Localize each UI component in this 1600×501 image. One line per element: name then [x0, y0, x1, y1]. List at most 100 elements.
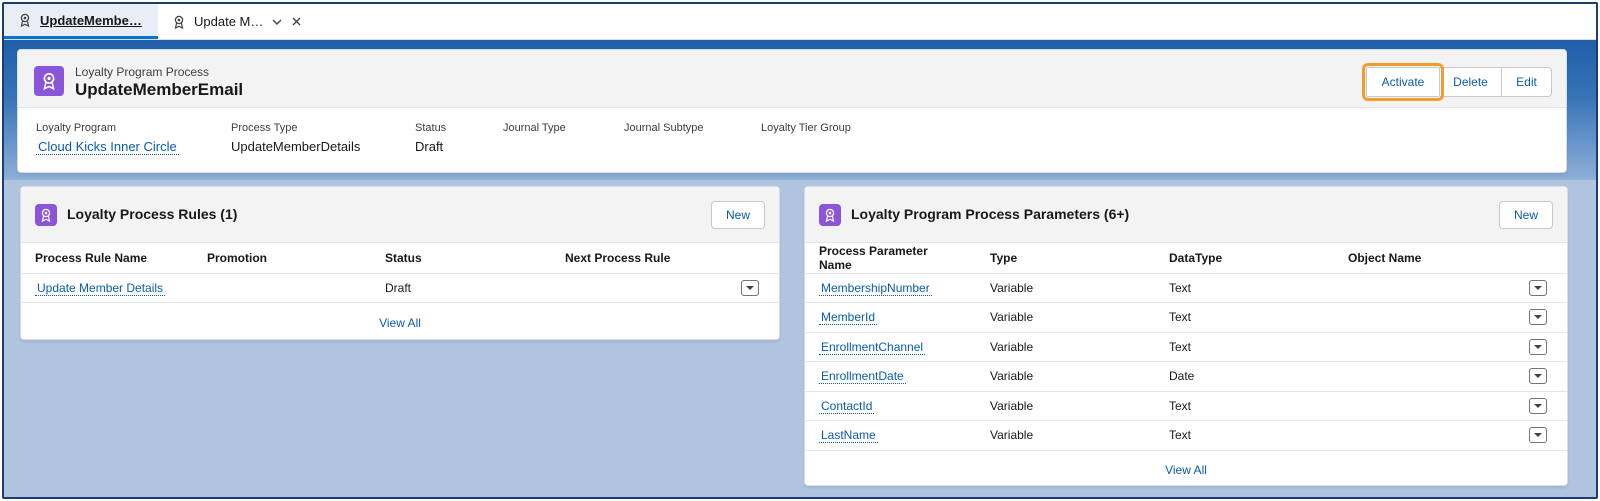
- field-value: Draft: [415, 139, 444, 154]
- close-icon[interactable]: [291, 16, 302, 27]
- cell-actions: [1515, 391, 1567, 421]
- field-label: Journal Subtype: [624, 122, 704, 134]
- new-process-rule-button[interactable]: New: [710, 201, 765, 229]
- chevron-down-icon: [1534, 285, 1542, 290]
- related-list-process-parameters: Loyalty Program Process Parameters (6+) …: [804, 186, 1568, 486]
- parameter-link[interactable]: MembershipNumber: [819, 280, 932, 296]
- column-header-actions: [1515, 243, 1567, 274]
- table-row: Update Member Details Draft: [21, 273, 779, 303]
- field-status: Status Draft: [415, 122, 446, 154]
- row-actions-dropdown[interactable]: [741, 279, 759, 296]
- row-actions-dropdown[interactable]: [1529, 309, 1547, 326]
- cell-type: Variable: [976, 332, 1155, 362]
- app-window: UpdateMembe… Update M… Loyalty Program P…: [2, 2, 1598, 499]
- cell-type: Variable: [976, 420, 1155, 451]
- tab-update-member-email[interactable]: UpdateMembe…: [4, 4, 158, 39]
- delete-button[interactable]: Delete: [1440, 67, 1502, 97]
- cell-object-name: [1334, 420, 1515, 451]
- cell-datatype: Text: [1155, 391, 1334, 421]
- chevron-down-icon: [1534, 344, 1542, 349]
- row-actions-dropdown[interactable]: [1529, 427, 1547, 444]
- table-row: MembershipNumber Variable Text: [805, 273, 1567, 303]
- row-actions-dropdown[interactable]: [1529, 368, 1547, 385]
- parameter-link[interactable]: LastName: [819, 428, 878, 444]
- column-header[interactable]: Status: [371, 243, 551, 274]
- process-rule-link[interactable]: Update Member Details: [35, 280, 166, 296]
- table-row: EnrollmentDate Variable Date: [805, 361, 1567, 392]
- edit-button[interactable]: Edit: [1502, 67, 1552, 97]
- column-header[interactable]: Process Parameter Name: [805, 243, 976, 274]
- row-actions-dropdown[interactable]: [1529, 279, 1547, 296]
- cell-object-name: [1334, 273, 1515, 303]
- cell-type: Variable: [976, 273, 1155, 303]
- parameter-link[interactable]: MemberId: [819, 310, 878, 326]
- tab-update-member[interactable]: Update M…: [158, 4, 316, 39]
- table-row: MemberId Variable Text: [805, 302, 1567, 333]
- column-header[interactable]: Object Name: [1334, 243, 1515, 274]
- cell-datatype: Text: [1155, 302, 1334, 333]
- tab-label: Update M…: [194, 14, 264, 29]
- parameter-link[interactable]: EnrollmentChannel: [819, 339, 926, 355]
- chevron-down-icon: [1534, 403, 1542, 408]
- table-row: EnrollmentChannel Variable Text: [805, 332, 1567, 362]
- field-label: Status: [415, 122, 447, 134]
- parameter-link[interactable]: EnrollmentDate: [819, 369, 906, 385]
- field-journal-type: Journal Type: [503, 122, 566, 139]
- cell-actions: [1515, 361, 1567, 392]
- loyalty-award-icon: [35, 204, 57, 226]
- highlights-panel: Loyalty Program Cloud Kicks Inner Circle…: [18, 112, 1566, 162]
- activate-button[interactable]: Activate: [1362, 63, 1444, 101]
- field-label: Loyalty Tier Group: [761, 122, 851, 134]
- field-label: Journal Type: [503, 122, 566, 134]
- chevron-down-icon[interactable]: [271, 16, 283, 28]
- field-label: Loyalty Program: [36, 122, 117, 134]
- chevron-down-icon: [1534, 374, 1542, 379]
- cell-type: Variable: [976, 302, 1155, 333]
- column-header[interactable]: Type: [976, 243, 1155, 274]
- related-list-title[interactable]: Loyalty Process Rules (1): [67, 206, 237, 222]
- process-rules-table: Process Rule Name Promotion Status Next …: [21, 243, 779, 303]
- loyalty-program-process-icon: [34, 66, 64, 96]
- cell-name: LastName: [805, 420, 976, 451]
- column-header[interactable]: DataType: [1155, 243, 1334, 274]
- column-header[interactable]: Promotion: [193, 243, 371, 274]
- column-header[interactable]: Next Process Rule: [551, 243, 727, 274]
- cell-object-name: [1334, 332, 1515, 362]
- cell-type: Variable: [976, 361, 1155, 392]
- related-list-title[interactable]: Loyalty Program Process Parameters (6+): [851, 206, 1129, 222]
- view-all-link[interactable]: View All: [21, 303, 779, 330]
- cell-datatype: Text: [1155, 273, 1334, 303]
- view-all-link[interactable]: View All: [805, 451, 1567, 477]
- row-actions-dropdown[interactable]: [1529, 338, 1547, 355]
- loyalty-award-icon: [819, 204, 841, 226]
- chevron-down-icon: [1534, 433, 1542, 438]
- cell-name: Update Member Details: [21, 273, 193, 303]
- row-actions-dropdown[interactable]: [1529, 397, 1547, 414]
- process-parameters-table: Process Parameter Name Type DataType Obj…: [805, 243, 1567, 451]
- field-journal-subtype: Journal Subtype: [624, 122, 704, 139]
- cell-datatype: Text: [1155, 332, 1334, 362]
- cell-actions: [727, 273, 779, 303]
- cell-datatype: Text: [1155, 420, 1334, 451]
- new-parameter-button[interactable]: New: [1498, 201, 1553, 229]
- cell-object-name: [1334, 361, 1515, 392]
- cell-object-name: [1334, 302, 1515, 333]
- record-actions: Activate Delete Edit: [1362, 63, 1552, 101]
- column-header[interactable]: Process Rule Name: [21, 243, 193, 274]
- column-header-actions: [727, 243, 779, 274]
- record-title: UpdateMemberEmail: [75, 80, 244, 99]
- parameter-link[interactable]: ContactId: [819, 398, 875, 414]
- loyalty-program-link[interactable]: Cloud Kicks Inner Circle: [36, 139, 179, 155]
- object-type-label: Loyalty Program Process: [75, 65, 210, 79]
- workspace-tab-bar: UpdateMembe… Update M…: [4, 4, 1596, 40]
- related-list-process-rules: Loyalty Process Rules (1) New Process Ru…: [20, 186, 780, 340]
- table-row: ContactId Variable Text: [805, 391, 1567, 421]
- tab-label: UpdateMembe…: [40, 12, 142, 28]
- field-loyalty-program: Loyalty Program Cloud Kicks Inner Circle: [36, 122, 179, 155]
- field-process-type: Process Type UpdateMemberDetails: [231, 122, 360, 154]
- cell-name: ContactId: [805, 391, 976, 421]
- cell-datatype: Date: [1155, 361, 1334, 392]
- cell-promotion: [193, 273, 371, 303]
- cell-next-rule: [551, 273, 727, 303]
- cell-type: Variable: [976, 391, 1155, 421]
